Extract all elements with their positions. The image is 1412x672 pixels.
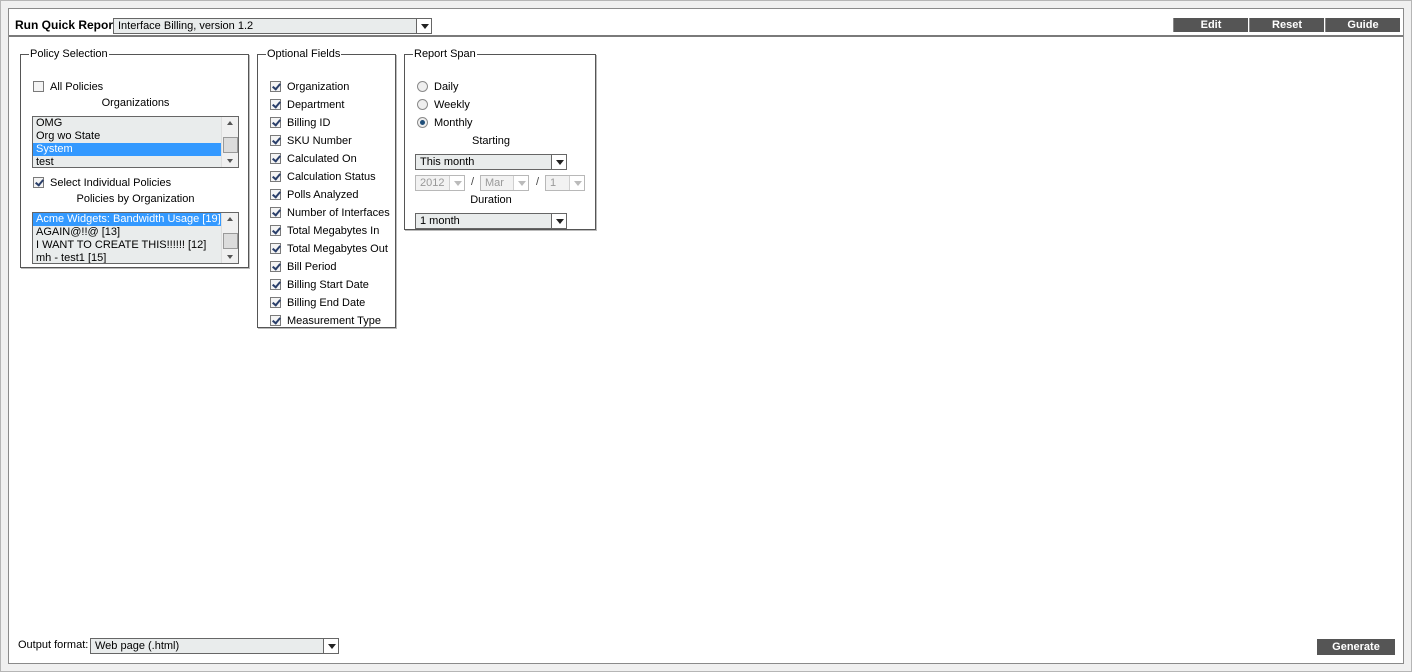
field-label: Billing Start Date — [287, 279, 369, 291]
list-item[interactable]: mh - test1 [15] — [33, 252, 238, 263]
select-individual-checkbox[interactable] — [33, 177, 44, 188]
duration-select[interactable]: 1 month — [415, 213, 567, 229]
field-label: SKU Number — [287, 135, 352, 147]
field-label: Calculated On — [287, 153, 357, 165]
span-label: Daily — [434, 81, 459, 93]
day-select[interactable]: 1 — [545, 175, 585, 191]
report-select[interactable]: Interface Billing, version 1.2 — [113, 18, 432, 34]
organizations-heading: Organizations — [101, 97, 170, 109]
field-label: Calculation Status — [287, 171, 376, 183]
span-label: Monthly — [434, 117, 473, 129]
output-format-select[interactable]: Web page (.html) — [90, 638, 339, 654]
page-title: Run Quick Report — [15, 18, 118, 32]
field-label: Total Megabytes Out — [287, 243, 388, 255]
starting-select[interactable]: This month — [415, 154, 567, 170]
date-separator: / — [471, 176, 475, 188]
date-separator: / — [536, 176, 540, 188]
chevron-down-icon[interactable] — [416, 19, 431, 33]
report-span-legend: Report Span — [414, 48, 476, 60]
policy-selection-group: Policy Selection All Policies Organizati… — [20, 48, 249, 268]
scrollbar[interactable] — [221, 117, 238, 167]
quick-report-panel: Run Quick Report Interface Billing, vers… — [8, 8, 1404, 664]
list-item[interactable]: OMG — [33, 117, 238, 130]
checkbox[interactable] — [270, 153, 281, 164]
duration-heading: Duration — [470, 194, 512, 206]
field-label: Number of Interfaces — [287, 207, 390, 219]
checkbox[interactable] — [270, 81, 281, 92]
checkbox[interactable] — [270, 99, 281, 110]
field-label: Billing ID — [287, 117, 331, 129]
edit-button[interactable]: Edit — [1173, 18, 1248, 32]
starting-select-value: This month — [420, 156, 475, 168]
checkbox[interactable] — [270, 243, 281, 254]
list-item[interactable]: I WANT TO CREATE THIS!!!!!! [12] — [33, 239, 238, 252]
policies-heading: Policies by Organization — [76, 193, 195, 205]
month-select-value: Mar — [485, 177, 504, 189]
scroll-thumb[interactable] — [223, 233, 238, 249]
chevron-down-icon[interactable] — [323, 639, 338, 653]
checkbox[interactable] — [270, 297, 281, 308]
organizations-listbox[interactable]: OMG Org wo State System test — [32, 116, 239, 168]
all-policies-label: All Policies — [50, 81, 104, 93]
field-label: Total Megabytes In — [287, 225, 380, 237]
year-select[interactable]: 2012 — [415, 175, 465, 191]
checkbox[interactable] — [270, 315, 281, 326]
guide-button[interactable]: Guide — [1325, 18, 1400, 32]
radio-button[interactable] — [417, 99, 428, 110]
list-item[interactable]: Org wo State — [33, 130, 238, 143]
policies-listbox[interactable]: Acme Widgets: Bandwidth Usage [19] AGAIN… — [32, 212, 239, 264]
day-select-value: 1 — [550, 177, 557, 189]
report-select-value: Interface Billing, version 1.2 — [118, 20, 254, 32]
field-label: Billing End Date — [287, 297, 366, 309]
chevron-down-icon[interactable] — [551, 155, 566, 169]
checkbox[interactable] — [270, 207, 281, 218]
scroll-thumb[interactable] — [223, 137, 238, 153]
checkbox[interactable] — [270, 135, 281, 146]
starting-heading: Starting — [472, 135, 510, 147]
checkbox[interactable] — [270, 225, 281, 236]
year-select-value: 2012 — [420, 177, 445, 189]
checkbox[interactable] — [270, 117, 281, 128]
checkbox[interactable] — [270, 171, 281, 182]
all-policies-checkbox[interactable] — [33, 81, 44, 92]
field-label: Department — [287, 99, 345, 111]
checkbox[interactable] — [270, 261, 281, 272]
reset-button[interactable]: Reset — [1249, 18, 1324, 32]
report-span-group: Report Span Daily Weekly Monthly Startin… — [404, 48, 596, 230]
field-label: Bill Period — [287, 261, 337, 273]
checkbox[interactable] — [270, 279, 281, 290]
optional-fields-legend: Optional Fields — [267, 48, 341, 60]
chevron-down-icon[interactable] — [569, 176, 584, 190]
duration-select-value: 1 month — [420, 215, 460, 227]
radio-button[interactable] — [417, 117, 428, 128]
report-toolbar: Run Quick Report Interface Billing, vers… — [9, 9, 1403, 37]
chevron-down-icon[interactable] — [449, 176, 464, 190]
field-label: Organization — [287, 81, 350, 93]
chevron-down-icon[interactable] — [551, 214, 566, 228]
month-select[interactable]: Mar — [480, 175, 529, 191]
field-label: Measurement Type — [287, 315, 381, 327]
optional-fields-group: Optional Fields Organization Department … — [257, 48, 396, 328]
span-label: Weekly — [434, 99, 470, 111]
policy-selection-legend: Policy Selection — [30, 48, 108, 60]
list-item[interactable]: System — [33, 143, 238, 156]
checkbox[interactable] — [270, 189, 281, 200]
scrollbar[interactable] — [221, 213, 238, 263]
generate-button[interactable]: Generate — [1317, 639, 1395, 655]
chevron-down-icon[interactable] — [513, 176, 528, 190]
select-individual-label: Select Individual Policies — [50, 177, 172, 189]
list-item[interactable]: Acme Widgets: Bandwidth Usage [19] — [33, 213, 238, 226]
output-format-value: Web page (.html) — [95, 640, 180, 652]
output-format-label: Output format: — [18, 639, 89, 651]
list-item[interactable]: AGAIN@!!@ [13] — [33, 226, 238, 239]
list-item[interactable]: test — [33, 156, 238, 167]
radio-button[interactable] — [417, 81, 428, 92]
field-label: Polls Analyzed — [287, 189, 359, 201]
